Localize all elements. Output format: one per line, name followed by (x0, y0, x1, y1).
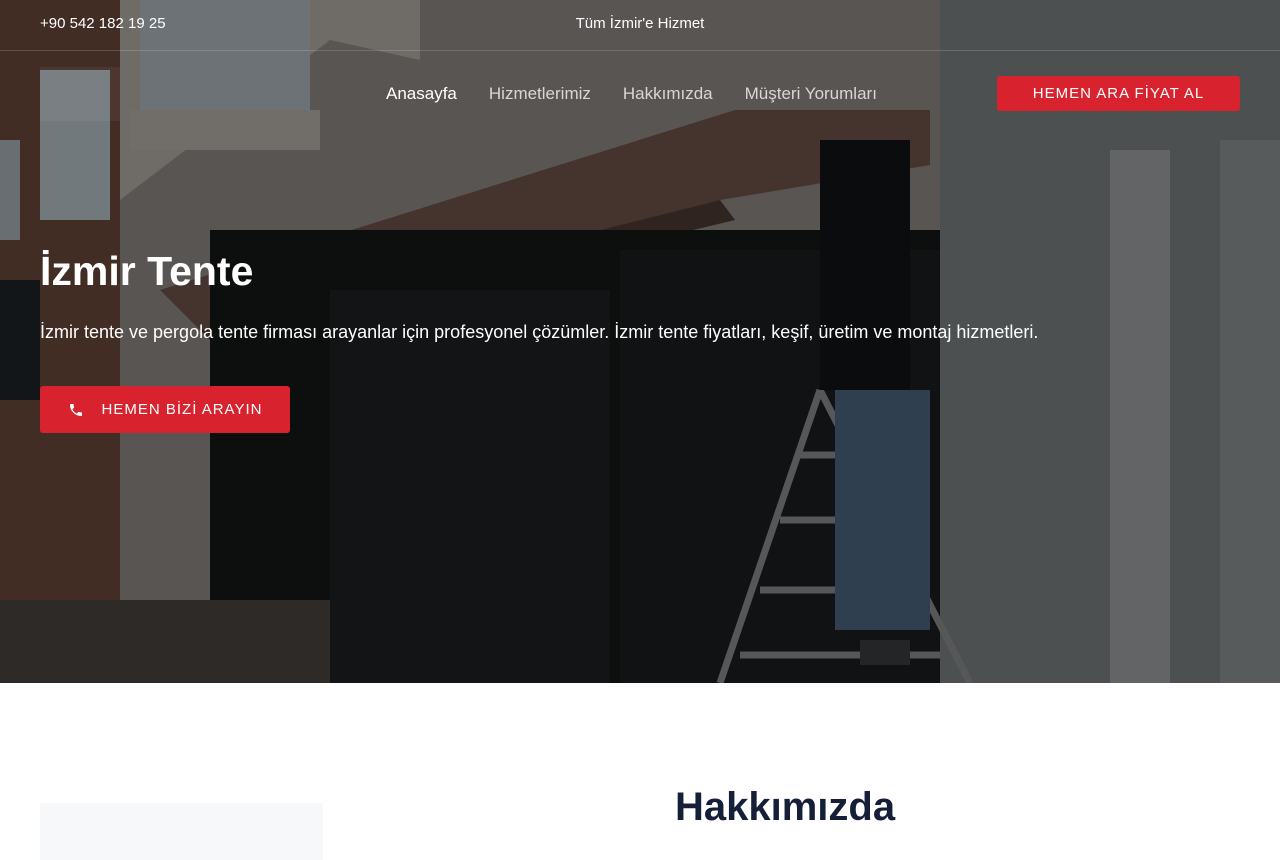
nav-item-about[interactable]: Hakkımızda (623, 84, 713, 104)
site-logo[interactable] (40, 67, 120, 121)
call-for-price-button[interactable]: HEMEN ARA FİYAT AL (997, 76, 1240, 111)
nav-item-testimonials[interactable]: Müşteri Yorumları (745, 84, 877, 104)
nav-item-services[interactable]: Hizmetlerimiz (489, 84, 591, 104)
hero-section: +90 542 182 19 25 Tüm İzmir'e Hizmet Ana… (0, 0, 1280, 683)
nav-item-home[interactable]: Anasayfa (386, 84, 457, 104)
call-us-button-label: HEMEN BİZİ ARAYIN (101, 401, 263, 418)
hero-title: İzmir Tente (40, 248, 254, 294)
call-us-button[interactable]: HEMEN BİZİ ARAYIN (40, 386, 290, 433)
nav-menu: Anasayfa Hizmetlerimiz Hakkımızda Müşter… (386, 84, 877, 104)
about-image (40, 803, 323, 860)
hero-subtitle: İzmir tente ve pergola tente firması ara… (40, 322, 1039, 342)
phone-icon (69, 403, 82, 416)
top-info-bar: +90 542 182 19 25 Tüm İzmir'e Hizmet (0, 0, 1280, 51)
about-section-title: Hakkımızda (675, 785, 896, 829)
topbar-service-area: Tüm İzmir'e Hizmet (575, 15, 705, 32)
main-navigation: Anasayfa Hizmetlerimiz Hakkımızda Müşter… (0, 51, 1280, 141)
